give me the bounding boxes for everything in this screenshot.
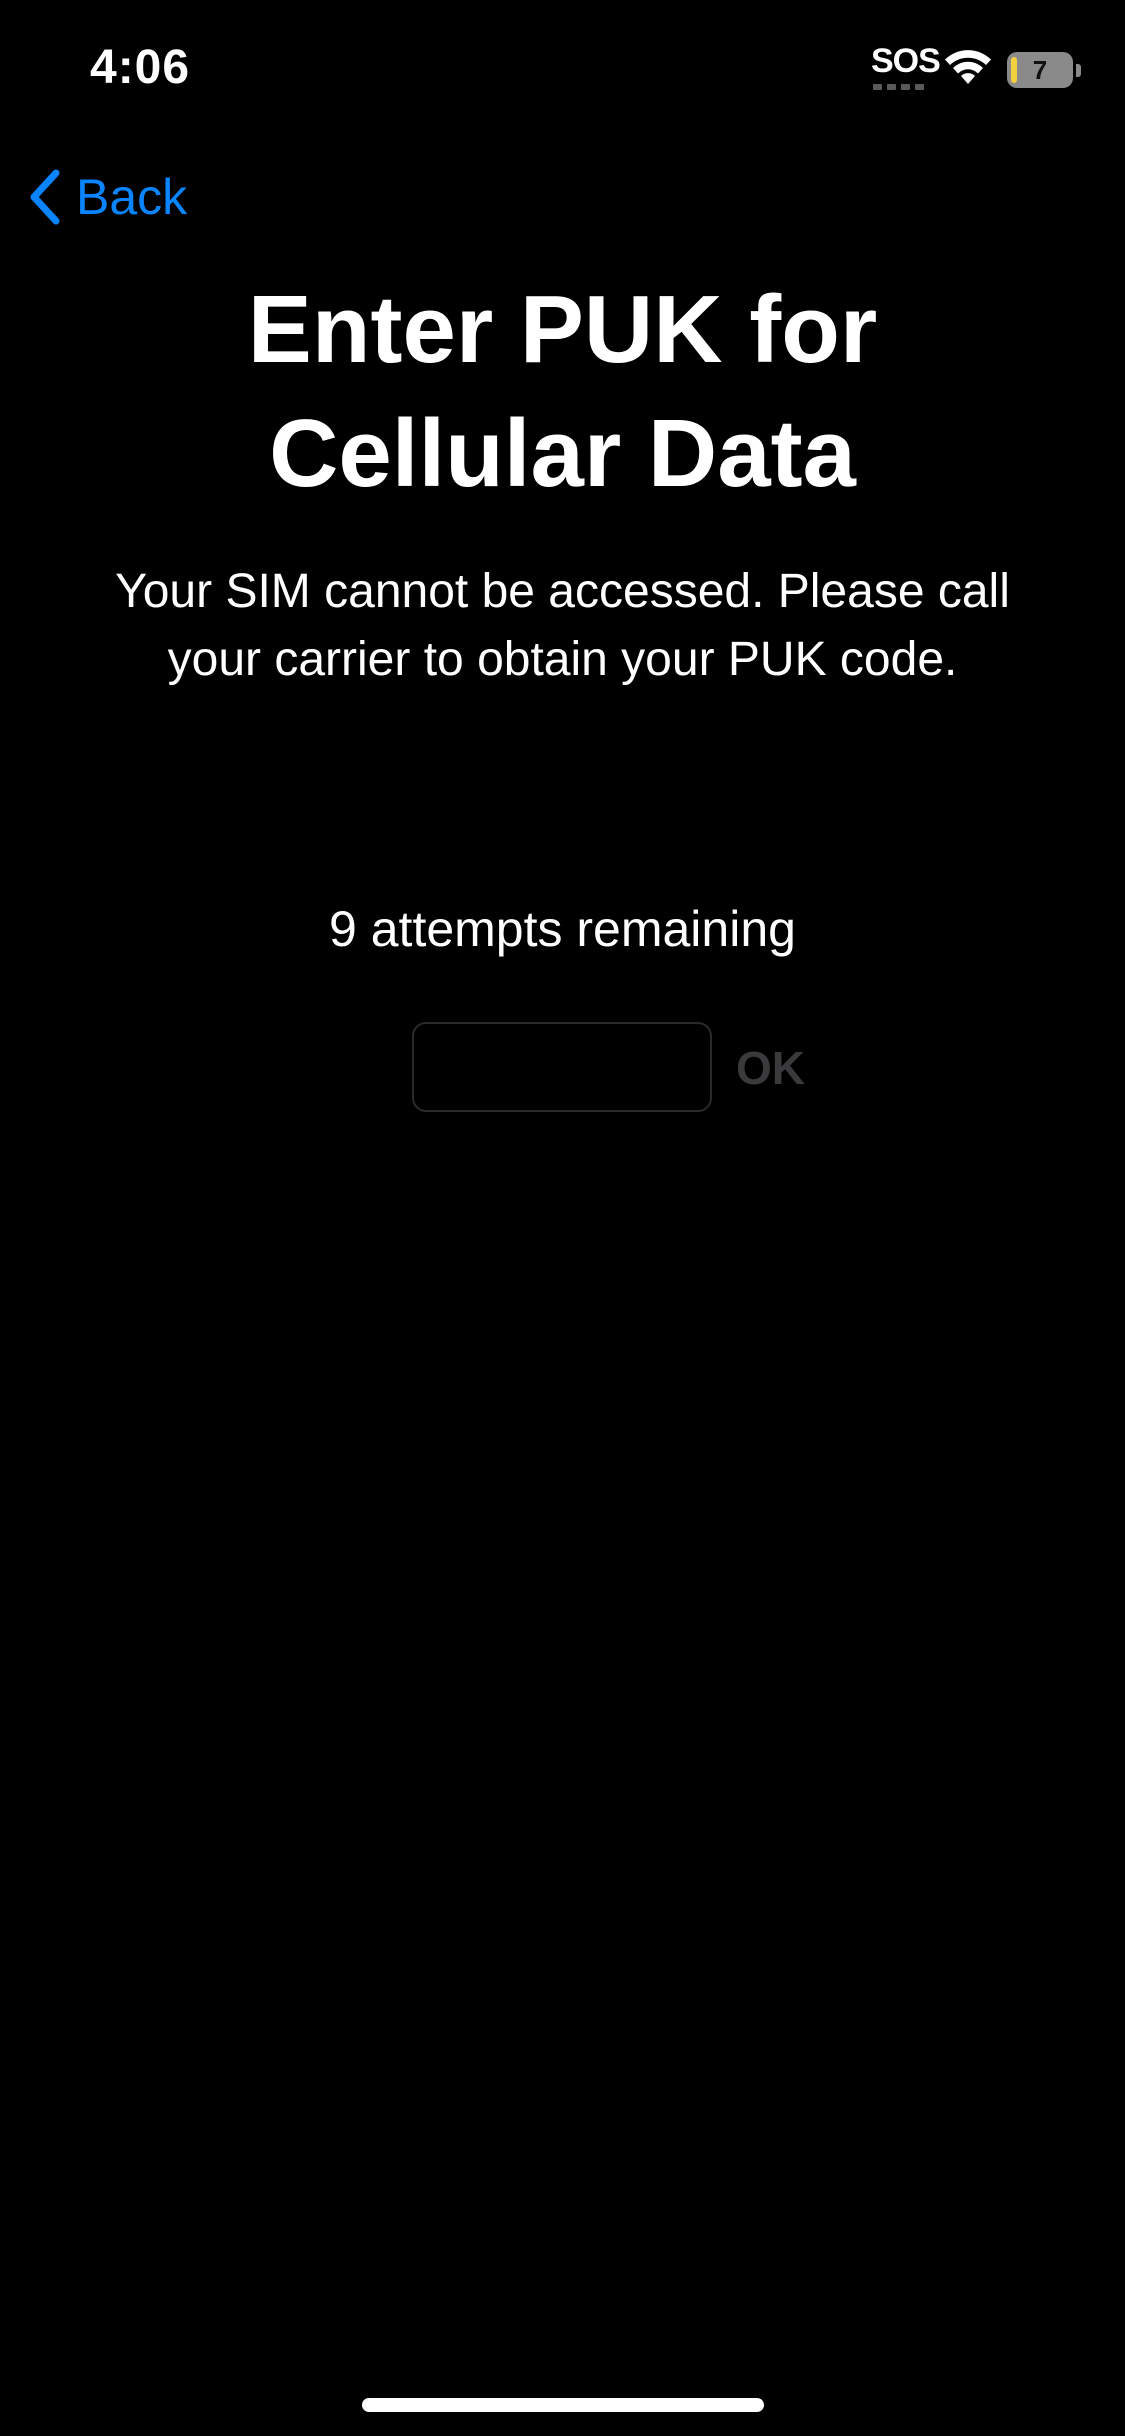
battery-cap [1076,64,1081,77]
page-title-line-2: Cellular Data [269,400,856,507]
battery-level: 7 [1032,55,1048,85]
battery-body: 7 [1007,52,1073,88]
status-bar: 4:06 SOS 7 [0,0,1125,140]
back-button[interactable]: Back [26,160,187,234]
page-title-line-1: Enter PUK for [247,276,878,383]
puk-input[interactable] [412,1022,712,1112]
back-label: Back [76,169,188,225]
description-line-2: your carrier to obtain your PUK code. [167,633,958,686]
attempts-remaining: 9 attempts remaining [329,901,796,957]
battery-icon: 7 [1007,52,1083,90]
page-title: Enter PUK for Cellular Data [0,268,1125,516]
sos-indicator: SOS [871,44,941,92]
wifi-icon [945,50,991,84]
description-line-1: Your SIM cannot be accessed. Please call [115,565,1010,618]
sos-label: SOS [871,42,941,80]
signal-dots-icon [873,84,924,90]
chevron-left-icon [30,169,60,225]
home-indicator[interactable] [362,2398,764,2412]
status-time: 4:06 [90,41,191,94]
page-description: Your SIM cannot be accessed. Please call… [80,558,1045,694]
ok-button[interactable]: OK [736,1030,805,1106]
status-icons: SOS 7 [871,44,1083,92]
